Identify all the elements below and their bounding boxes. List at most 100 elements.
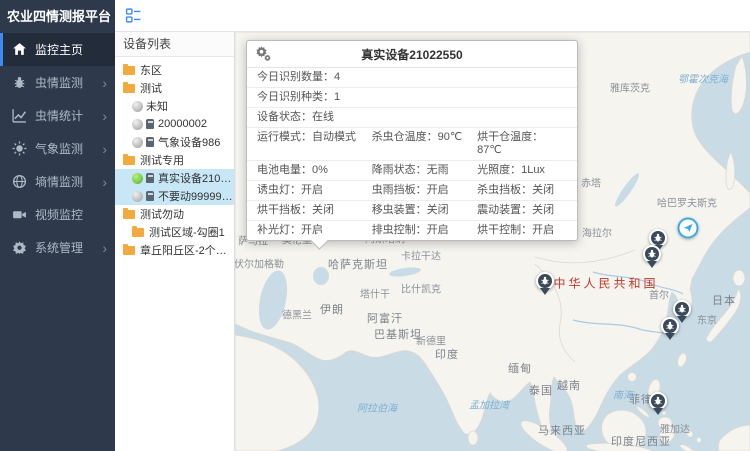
sidebar-item-label: 监控主页 [35,41,107,58]
sidebar-item-system[interactable]: 系统管理› [0,231,115,264]
chevron-right-icon: › [102,142,107,156]
device-marker[interactable] [649,392,667,415]
popup-field: 移虫装置：关闭 [372,204,477,217]
status-ball-icon [132,173,143,184]
marker-tail [540,288,550,295]
globe-icon [12,174,27,189]
sidebar-item-weather[interactable]: 气象监测› [0,132,115,165]
popup-field: 降雨状态：无雨 [372,164,477,177]
tree-folder[interactable]: 测试专用 [115,151,234,169]
tree-label: 测试专用 [140,152,184,168]
chart-icon [12,108,27,123]
app-title: 农业四情测报平台 [0,0,115,33]
sidebar-menu: 监控主页虫情监测›虫情统计›气象监测›墒情监测›视频监控系统管理› [0,33,115,264]
tree-label: 章丘阳丘区-2个摄像头 [140,242,234,258]
cluster-marker[interactable] [678,218,699,239]
tree-label: 测试勿动 [140,206,184,222]
popup-field: 震动装置：关闭 [477,204,567,217]
gear-icon [12,240,27,255]
tree-label: 不要动99999999 [158,188,234,204]
device-panel: 设备列表 东区测试未知 20000002 气象设备986 测试专用真实设备210225… [115,32,235,451]
popup-field: 杀虫挡板：关闭 [477,184,567,197]
sidebar-item-label: 虫情监测 [35,74,102,91]
sidebar-item-label: 系统管理 [35,239,102,256]
tree-device[interactable]: 不要动99999999 [115,187,234,205]
home-icon [12,42,27,57]
device-marker[interactable] [536,272,554,295]
tree-label: 气象设备986 [158,134,220,150]
popup-row: 烘干挡板：关闭移虫装置：关闭震动装置：关闭 [247,201,577,221]
sidebar-item-insect-stats[interactable]: 虫情统计› [0,99,115,132]
popup-field: 烘干挡板：关闭 [257,204,372,217]
sidebar: 农业四情测报平台 监控主页虫情监测›虫情统计›气象监测›墒情监测›视频监控系统管… [0,0,115,451]
folder-icon [123,66,135,75]
status-ball-icon [132,119,143,130]
status-ball-icon [132,101,143,112]
folder-icon [123,84,135,93]
chevron-right-icon: › [102,175,107,189]
device-panel-title: 设备列表 [115,32,234,57]
popup-title: 真实设备21022550 [361,48,462,62]
sidebar-item-insect-monitor[interactable]: 虫情监测› [0,66,115,99]
folder-icon [123,246,135,255]
popup-row: 诱虫灯：开启虫雨挡板：开启杀虫挡板：关闭 [247,181,577,201]
popup-field: 排虫控制：开启 [372,224,477,237]
popup-field: 烘干仓温度：87℃ [477,131,567,157]
tree-label: 未知 [146,98,168,114]
popup-field: 电池电量：0% [257,164,372,177]
bug-icon [12,75,27,90]
popup-row: 今日识别种类：1 [247,88,577,108]
device-icon [146,137,154,147]
folder-icon [123,156,135,165]
tree-label: 真实设备21022550 [158,170,234,186]
sidebar-item-video[interactable]: 视频监控 [0,198,115,231]
tree-label: 测试 [140,80,162,96]
popup-row: 补光灯：开启排虫控制：开启烘干控制：开启 [247,221,577,240]
sidebar-item-label: 墒情监测 [35,173,102,190]
sidebar-item-home[interactable]: 监控主页 [0,33,115,66]
content: 设备列表 东区测试未知20000002气象设备986测试专用真实设备210225… [115,32,750,451]
popup-field: 诱虫灯：开启 [257,184,372,197]
status-ball-icon [132,137,143,148]
marker-tail [665,333,675,340]
folder-icon [132,228,144,237]
tree-folder[interactable]: 测试 [115,79,234,97]
popup-row: 运行模式：自动模式杀虫仓温度：90℃烘干仓温度：87℃ [247,128,577,161]
tree-folder[interactable]: 章丘阳丘区-2个摄像头 [115,241,234,259]
sidebar-item-label: 视频监控 [35,206,107,223]
tree-folder[interactable]: 测试勿动 [115,205,234,223]
chevron-right-icon: › [102,76,107,90]
sidebar-item-soil[interactable]: 墒情监测› [0,165,115,198]
sidebar-item-label: 虫情统计 [35,107,102,124]
device-panel-toggle-icon[interactable] [125,7,142,24]
popup-field: 补光灯：开启 [257,224,372,237]
tree-device[interactable]: 未知 [115,97,234,115]
tree-folder[interactable]: 测试区域-勾圈1 [115,223,234,241]
status-ball-icon [132,191,143,202]
map[interactable]: 雅库茨克鄂霍次克海赤塔哈巴罗夫斯克乌法萨马拉奥伦堡伏尔加格勒阿斯塔纳卡拉干达哈萨… [235,32,750,451]
popup-title-bar: 真实设备21022550 [247,41,577,68]
marker-tail [647,261,657,268]
video-icon [12,207,27,222]
app-root: 农业四情测报平台 监控主页虫情监测›虫情统计›气象监测›墒情监测›视频监控系统管… [0,0,750,451]
tree-folder[interactable]: 东区 [115,61,234,79]
tree-label: 20000002 [158,118,207,130]
device-icon [146,119,154,129]
device-icon [146,173,154,183]
popup-row: 电池电量：0%降雨状态：无雨光照度：1Lux [247,161,577,181]
popup-field: 虫雨挡板：开启 [372,184,477,197]
settings-gear-icon[interactable] [255,45,271,61]
tree-label: 东区 [140,62,162,78]
send-icon [678,218,699,239]
tree-device[interactable]: 真实设备21022550 [115,169,234,187]
device-marker[interactable] [661,317,679,340]
sun-icon [12,141,27,156]
folder-icon [123,210,135,219]
tree-device[interactable]: 气象设备986 [115,133,234,151]
tree-device[interactable]: 20000002 [115,115,234,133]
device-tree: 东区测试未知 20000002 气象设备986 测试专用真实设备21022550 不要动… [115,61,234,259]
marker-tail [653,408,663,415]
main-area: 设备列表 东区测试未知20000002气象设备986测试专用真实设备210225… [115,0,750,451]
device-marker[interactable] [643,245,661,268]
sidebar-item-label: 气象监测 [35,140,102,157]
